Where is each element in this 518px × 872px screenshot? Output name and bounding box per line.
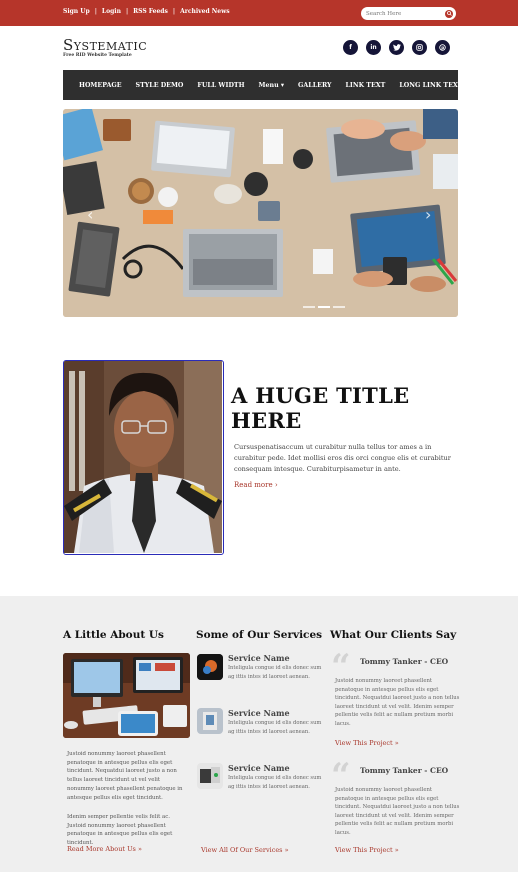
services-title: Some of Our Services: [196, 629, 323, 641]
service-text: Inteligula congue id elis donec sum ag i…: [228, 775, 322, 790]
hero-slide-image: [63, 109, 458, 317]
feature-image: [63, 360, 224, 555]
main-nav: HOMEPAGE STYLE DEMO FULL WIDTH Menu ▾ GA…: [63, 70, 462, 100]
signup-link[interactable]: Sign Up: [63, 8, 90, 15]
client-testimonial: Justoid nonummy laoreet phasellent penat…: [335, 787, 460, 836]
view-project-link[interactable]: View This Project »: [335, 739, 399, 747]
nav-item-full-width[interactable]: FULL WIDTH: [197, 82, 244, 89]
nav-item-long-link-text[interactable]: LONG LINK TEXT: [399, 82, 462, 89]
linkedin-icon[interactable]: in: [366, 40, 381, 55]
nav-item-menu-dropdown[interactable]: Menu ▾: [259, 82, 285, 89]
feature-read-more-link[interactable]: Read more ›: [234, 481, 278, 489]
rss-link[interactable]: RSS Feeds: [133, 8, 168, 15]
instagram-icon[interactable]: [412, 40, 427, 55]
clients-title: What Our Clients Say: [330, 629, 457, 641]
slider-dot[interactable]: [303, 306, 315, 308]
read-more-about-link[interactable]: Read More About Us »: [67, 845, 142, 853]
search-icon: [446, 11, 452, 16]
separator: |: [125, 8, 129, 15]
social-links: f in p: [343, 40, 450, 55]
login-link[interactable]: Login: [102, 8, 121, 15]
search-button[interactable]: [445, 9, 453, 18]
service-icon: [197, 708, 223, 734]
view-project-link[interactable]: View This Project »: [335, 846, 399, 854]
top-bar: Sign Up | Login | RSS Feeds | Archived N…: [0, 0, 518, 26]
service-name[interactable]: Service Name: [228, 708, 290, 718]
service-icon: [197, 654, 223, 680]
about-text-2: Idenim semper pellentie velis felit ac. …: [67, 814, 173, 847]
slider-next-icon[interactable]: ›: [425, 205, 431, 224]
client-name: Tommy Tanker - CEO: [360, 766, 449, 775]
search-box: [361, 7, 456, 20]
search-input[interactable]: [366, 8, 441, 19]
archived-news-link[interactable]: Archived News: [180, 8, 230, 15]
nav-item-gallery[interactable]: GALLERY: [298, 82, 331, 89]
slider-dot[interactable]: [318, 306, 330, 308]
separator: |: [172, 8, 176, 15]
site-logo[interactable]: Systematic: [63, 36, 147, 54]
nav-item-link-text[interactable]: LINK TEXT: [346, 82, 386, 89]
about-title: A Little About Us: [63, 629, 164, 641]
pinterest-icon[interactable]: p: [435, 40, 450, 55]
view-all-services-link[interactable]: View All Of Our Services »: [201, 846, 289, 854]
service-name[interactable]: Service Name: [228, 763, 290, 773]
service-text: Inteligula congue id elis donec sum ag i…: [228, 665, 322, 680]
client-name: Tommy Tanker - CEO: [360, 657, 449, 666]
facebook-icon[interactable]: f: [343, 40, 358, 55]
site-tagline: Free RID Website Template: [63, 53, 132, 58]
about-text-1: Justoid nonummy laoreet phasellent penat…: [67, 751, 183, 801]
twitter-icon[interactable]: [389, 40, 404, 55]
slider-prev-icon[interactable]: ‹: [87, 205, 93, 224]
separator: |: [94, 8, 97, 15]
about-image: [63, 653, 190, 738]
service-icon: [197, 763, 223, 789]
feature-text: Cursuspenatisaccum ut curabitur nulla te…: [234, 443, 451, 473]
nav-item-style-demo[interactable]: STYLE DEMO: [136, 82, 184, 89]
top-links: Sign Up | Login | RSS Feeds | Archived N…: [63, 8, 230, 15]
nav-item-homepage[interactable]: HOMEPAGE: [79, 82, 122, 89]
hero-slider[interactable]: ‹ ›: [63, 109, 458, 317]
slider-dots: [303, 306, 345, 308]
client-testimonial: Justoid nonummy laoreet phasellent penat…: [335, 678, 460, 727]
service-name[interactable]: Service Name: [228, 653, 290, 663]
slider-dot[interactable]: [333, 306, 345, 308]
service-text: Inteligula congue id elis donec sum ag i…: [228, 720, 322, 735]
feature-title: A HUGE TITLE HERE: [231, 383, 410, 433]
svg-text:p: p: [441, 45, 444, 50]
